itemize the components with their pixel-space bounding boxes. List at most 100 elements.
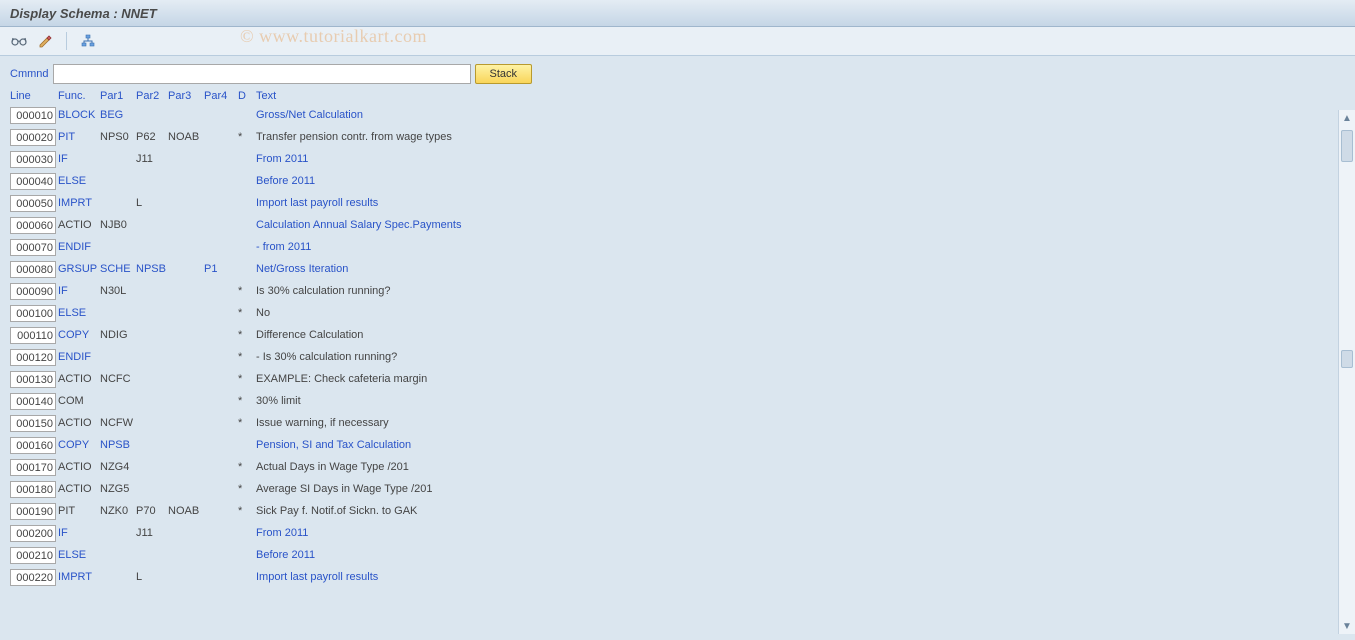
par2-cell: P70 <box>136 505 168 517</box>
header-par2: Par2 <box>136 90 168 102</box>
par1-cell[interactable]: NPSB <box>100 439 136 451</box>
text-cell[interactable]: From 2011 <box>256 527 856 539</box>
func-cell[interactable]: COPY <box>58 329 100 341</box>
text-cell: No <box>256 307 856 319</box>
text-cell[interactable]: From 2011 <box>256 153 856 165</box>
text-cell[interactable]: Net/Gross Iteration <box>256 263 856 275</box>
par3-cell: NOAB <box>168 131 204 143</box>
toolbar-separator <box>66 32 67 50</box>
line-number-input[interactable]: 000060 <box>10 217 56 234</box>
text-cell: Transfer pension contr. from wage types <box>256 131 856 143</box>
func-cell[interactable]: IF <box>58 153 100 165</box>
line-number-input[interactable]: 000030 <box>10 151 56 168</box>
func-cell[interactable]: ENDIF <box>58 241 100 253</box>
text-cell[interactable]: Before 2011 <box>256 175 856 187</box>
func-cell[interactable]: ENDIF <box>58 351 100 363</box>
toolbar <box>0 27 1355 56</box>
line-number-input[interactable]: 000010 <box>10 107 56 124</box>
command-row: Cmmnd Stack <box>10 64 1345 84</box>
stack-button[interactable]: Stack <box>475 64 533 84</box>
line-number-input[interactable]: 000180 <box>10 481 56 498</box>
table-row: 000190PITNZK0P70NOAB*Sick Pay f. Notif.o… <box>10 500 1345 522</box>
d-cell: * <box>238 131 256 143</box>
text-cell[interactable]: Before 2011 <box>256 549 856 561</box>
func-cell[interactable]: BLOCK <box>58 109 100 121</box>
text-cell: Average SI Days in Wage Type /201 <box>256 483 856 495</box>
line-number-input[interactable]: 000210 <box>10 547 56 564</box>
func-cell[interactable]: ELSE <box>58 549 100 561</box>
func-cell: ACTIO <box>58 483 100 495</box>
text-cell[interactable]: Pension, SI and Tax Calculation <box>256 439 856 451</box>
func-cell[interactable]: IMPRT <box>58 571 100 583</box>
func-cell: PIT <box>58 505 100 517</box>
text-cell[interactable]: Import last payroll results <box>256 197 856 209</box>
table-row: 000010BLOCKBEG Gross/Net Calculation <box>10 104 1345 126</box>
line-number-input[interactable]: 000190 <box>10 503 56 520</box>
func-cell[interactable]: ELSE <box>58 175 100 187</box>
table-row: 000080GRSUPSCHENPSB P1 Net/Gross Iteration <box>10 258 1345 280</box>
vertical-scrollbar[interactable]: ▲ ▼ <box>1338 110 1355 634</box>
edit-icon[interactable] <box>36 32 54 50</box>
line-number-input[interactable]: 000080 <box>10 261 56 278</box>
line-number-input[interactable]: 000020 <box>10 129 56 146</box>
func-cell[interactable]: IMPRT <box>58 197 100 209</box>
line-number-input[interactable]: 000070 <box>10 239 56 256</box>
d-cell: * <box>238 329 256 341</box>
func-cell: ACTIO <box>58 219 100 231</box>
text-cell[interactable]: - from 2011 <box>256 241 856 253</box>
text-cell[interactable]: Import last payroll results <box>256 571 856 583</box>
text-cell[interactable]: Calculation Annual Salary Spec.Payments <box>256 219 856 231</box>
par2-cell: L <box>136 571 168 583</box>
d-cell: * <box>238 285 256 297</box>
line-number-input[interactable]: 000050 <box>10 195 56 212</box>
par4-cell[interactable]: P1 <box>204 263 238 275</box>
par2-cell[interactable]: NPSB <box>136 263 168 275</box>
text-cell: Difference Calculation <box>256 329 856 341</box>
text-cell[interactable]: Gross/Net Calculation <box>256 109 856 121</box>
line-number-input[interactable]: 000170 <box>10 459 56 476</box>
line-number-input[interactable]: 000100 <box>10 305 56 322</box>
scroll-up-icon[interactable]: ▲ <box>1339 110 1355 126</box>
table-row: 000210ELSE Before 2011 <box>10 544 1345 566</box>
line-number-input[interactable]: 000150 <box>10 415 56 432</box>
grid-header: Line Func. Par1 Par2 Par3 Par4 D Text <box>10 90 1345 104</box>
func-cell: ACTIO <box>58 461 100 473</box>
line-number-input[interactable]: 000040 <box>10 173 56 190</box>
func-cell[interactable]: GRSUP <box>58 263 100 275</box>
line-number-input[interactable]: 000140 <box>10 393 56 410</box>
par1-cell[interactable]: BEG <box>100 109 136 121</box>
header-func: Func. <box>58 90 100 102</box>
par1-cell: NZG5 <box>100 483 136 495</box>
table-row: 000130ACTIONCFC*EXAMPLE: Check cafeteria… <box>10 368 1345 390</box>
par1-cell[interactable]: SCHE <box>100 263 136 275</box>
func-cell[interactable]: IF <box>58 285 100 297</box>
func-cell[interactable]: COPY <box>58 439 100 451</box>
line-number-input[interactable]: 000120 <box>10 349 56 366</box>
command-input[interactable] <box>53 64 471 84</box>
func-cell[interactable]: PIT <box>58 131 100 143</box>
par1-cell: NDIG <box>100 329 136 341</box>
line-number-input[interactable]: 000220 <box>10 569 56 586</box>
func-cell[interactable]: ELSE <box>58 307 100 319</box>
text-cell: 30% limit <box>256 395 856 407</box>
func-cell: ACTIO <box>58 373 100 385</box>
glasses-icon[interactable] <box>10 32 28 50</box>
line-number-input[interactable]: 000090 <box>10 283 56 300</box>
hierarchy-icon[interactable] <box>79 32 97 50</box>
d-cell: * <box>238 373 256 385</box>
line-number-input[interactable]: 000160 <box>10 437 56 454</box>
scroll-marker[interactable] <box>1341 350 1353 368</box>
line-number-input[interactable]: 000200 <box>10 525 56 542</box>
func-cell[interactable]: IF <box>58 527 100 539</box>
scroll-thumb[interactable] <box>1341 130 1353 162</box>
func-cell: ACTIO <box>58 417 100 429</box>
d-cell: * <box>238 417 256 429</box>
page-title: Display Schema : NNET <box>10 6 157 21</box>
line-number-input[interactable]: 000130 <box>10 371 56 388</box>
header-text: Text <box>256 90 856 102</box>
table-row: 000110COPYNDIG *Difference Calculation <box>10 324 1345 346</box>
scroll-down-icon[interactable]: ▼ <box>1339 618 1355 634</box>
line-number-input[interactable]: 000110 <box>10 327 56 344</box>
d-cell: * <box>238 483 256 495</box>
table-row: 000050IMPRTLImport last payroll results <box>10 192 1345 214</box>
